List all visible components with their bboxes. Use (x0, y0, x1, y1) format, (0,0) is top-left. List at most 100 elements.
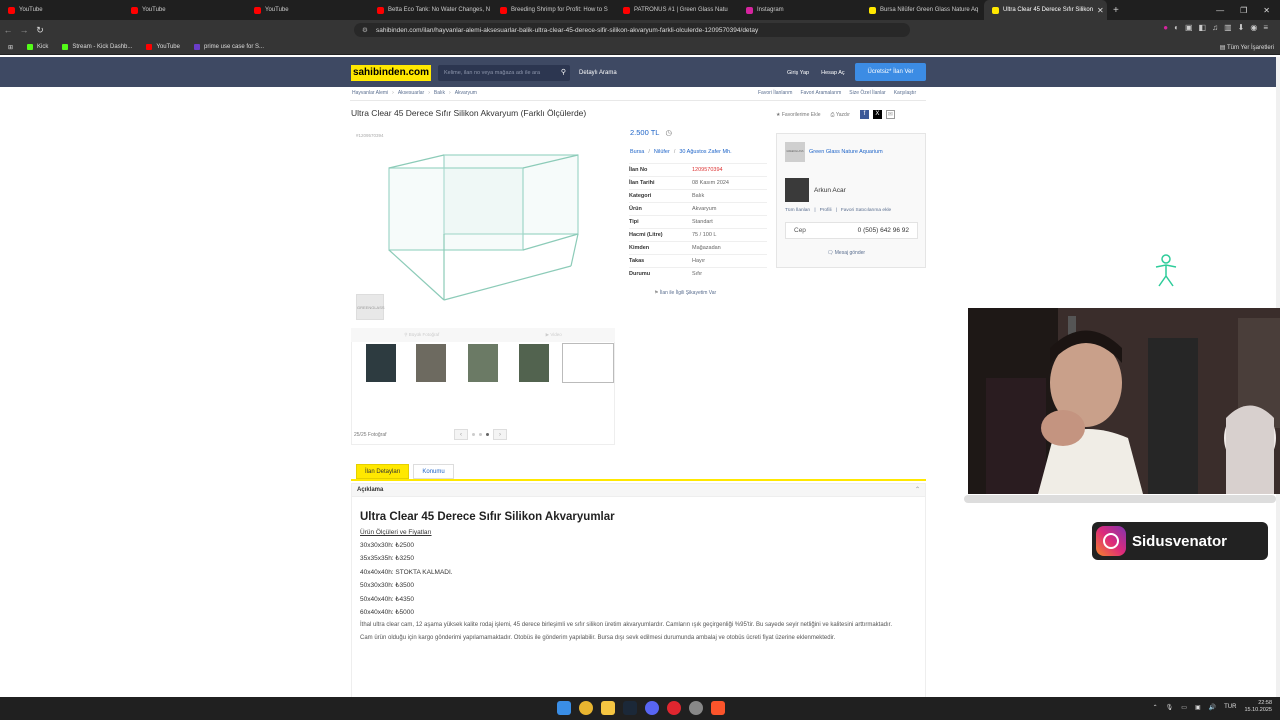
description-header[interactable]: Açıklama ⌃ (351, 483, 926, 497)
store-logo[interactable]: GREENGLASS (785, 142, 805, 162)
new-tab-button[interactable]: + (1107, 5, 1125, 16)
price-history-icon[interactable]: ◷ (665, 128, 672, 137)
post-ad-button[interactable]: Ücretsiz* İlan Ver (855, 63, 926, 81)
all-listings-link[interactable]: Tüm İlanları (785, 208, 810, 213)
browser-tab[interactable]: YouTube (123, 0, 246, 20)
breadcrumb-item[interactable]: Aksesuarlar (398, 90, 424, 96)
accessibility-icon[interactable] (1154, 254, 1178, 288)
extension-icon[interactable]: ◐ (1174, 23, 1179, 32)
favorite-listings-link[interactable]: Favori İlanlarım (758, 90, 792, 96)
browser-tab[interactable]: Betta Eco Tank: No Water Changes, N (369, 0, 492, 20)
add-favorite-button[interactable]: ★ Favorilerime Ekle (776, 112, 821, 118)
clock[interactable]: 22:58 15.10.2025 (1244, 700, 1272, 714)
compare-link[interactable]: Karşılaştır (894, 90, 917, 96)
app-icon[interactable] (689, 701, 703, 715)
restore-button[interactable]: ❐ (1240, 6, 1247, 15)
print-button[interactable]: ⎙ Yazdır (831, 112, 850, 118)
close-window-button[interactable]: ✕ (1263, 6, 1270, 15)
thumbnail[interactable] (468, 344, 498, 382)
opera-icon[interactable] (667, 701, 681, 715)
main-photo[interactable]: #1209570394 GREENGLASS (351, 126, 615, 328)
phone-field[interactable]: Cep 0 (505) 642 96 92 (785, 222, 918, 239)
sidebar-icon[interactable]: ▥ (1224, 23, 1232, 32)
search-input[interactable]: Kelime, ilan no veya mağaza adı ile ara ⚲ (438, 65, 570, 81)
send-message-link[interactable]: 🗨 Mesaj gönder (827, 250, 865, 256)
email-icon[interactable]: ✉ (885, 110, 895, 119)
browser-tab[interactable]: Bursa Nilüfer Green Glass Nature Aq (861, 0, 984, 20)
zoom-photo-button[interactable]: ⚲ Büyük Fotoğraf (404, 332, 439, 338)
folder-icon[interactable]: ▭ (1181, 704, 1187, 711)
favorite-searches-link[interactable]: Favori Aramalarım (800, 90, 841, 96)
reload-button[interactable]: ↻ (32, 25, 48, 36)
address-bar[interactable]: ⚙ sahibinden.com/ilan/hayvanlar-alemi-ak… (354, 23, 910, 37)
browser-tab[interactable]: YouTube (246, 0, 369, 20)
close-tab-icon[interactable]: ✕ (1097, 6, 1104, 15)
thumbnail[interactable] (519, 344, 549, 382)
breadcrumb-item[interactable]: Balık (434, 90, 445, 96)
avatar[interactable] (785, 178, 809, 202)
favorite-seller-link[interactable]: Favori Satıcılarıma ekle (841, 208, 891, 213)
file-explorer-icon[interactable] (601, 701, 615, 715)
extension-icon[interactable]: ● (1163, 23, 1168, 32)
site-logo[interactable]: sahibinden.com (351, 65, 431, 81)
login-link[interactable]: Giriş Yap (787, 65, 809, 81)
browser-tab-active[interactable]: Ultra Clear 45 Derece Sıfır Silikon ✕ (984, 0, 1107, 20)
profile-icon[interactable]: ◉ (1250, 23, 1257, 32)
page-dot[interactable] (472, 433, 475, 436)
report-listing-link[interactable]: ⚑ İlan ile İlgili Şikayetim Var (654, 290, 716, 296)
location-city[interactable]: Bursa (630, 149, 644, 155)
bookmark-item[interactable]: Stream - Kick Dashb... (62, 44, 132, 50)
brave-icon[interactable] (711, 701, 725, 715)
breadcrumb-item[interactable]: Akvaryum (455, 90, 477, 96)
collapse-icon[interactable]: ⌃ (915, 484, 920, 497)
location-district[interactable]: Nilüfer (654, 149, 670, 155)
bookmark-item[interactable]: Kick (27, 44, 48, 50)
prev-page-button[interactable]: ‹ (454, 429, 468, 440)
chrome-icon[interactable] (579, 701, 593, 715)
apps-icon[interactable]: ⊞ (8, 44, 13, 51)
recommended-link[interactable]: Size Özel İlanlar (849, 90, 885, 96)
advanced-search-link[interactable]: Detaylı Arama (579, 65, 617, 81)
all-bookmarks-button[interactable]: ▤ Tüm Yer İşaretleri (1220, 44, 1274, 51)
steam-icon[interactable] (623, 701, 637, 715)
location-neighborhood[interactable]: 30 Ağustos Zafer Mh. (679, 149, 731, 155)
browser-tab[interactable]: Breeding Shrimp for Profit: How to S (492, 0, 615, 20)
browser-tab[interactable]: Instagram (738, 0, 861, 20)
bookmark-item[interactable]: YouTube (146, 44, 180, 50)
breadcrumb-item[interactable]: Hayvanlar Alemi (352, 90, 388, 96)
bookmark-item[interactable]: prime use case for S... (193, 44, 264, 50)
minimize-button[interactable]: — (1216, 6, 1224, 15)
tab-listing-details[interactable]: İlan Detayları (356, 464, 410, 479)
discord-icon[interactable] (645, 701, 659, 715)
site-info-icon[interactable]: ⚙ (362, 26, 368, 34)
extension-icon[interactable]: ♫ (1212, 23, 1218, 32)
start-icon[interactable] (557, 701, 571, 715)
browser-tab[interactable]: PATRONUS #1 | Green Glass Natu (615, 0, 738, 20)
search-icon[interactable]: ⚲ (561, 65, 566, 81)
thumbnail-selected[interactable] (562, 343, 614, 383)
forward-button[interactable]: → (16, 25, 32, 35)
microphone-icon[interactable]: 🎙 (1166, 704, 1174, 711)
store-name[interactable]: Green Glass Nature Aquarium (809, 149, 883, 155)
profile-link[interactable]: Profili (820, 208, 832, 213)
extension-icon[interactable]: ▣ (1185, 23, 1193, 32)
facebook-icon[interactable]: f (859, 110, 869, 119)
menu-icon[interactable]: ≡ (1263, 23, 1268, 32)
browser-tab[interactable]: YouTube (0, 0, 123, 20)
volume-icon[interactable]: 🔊 (1209, 704, 1216, 711)
page-dot[interactable] (479, 433, 482, 436)
chevron-up-icon[interactable]: ⌃ (1153, 704, 1158, 711)
x-icon[interactable]: X (872, 110, 882, 119)
register-link[interactable]: Hesap Aç (821, 65, 845, 81)
thumbnail[interactable] (416, 344, 446, 382)
tab-location[interactable]: Konumu (413, 464, 454, 479)
back-button[interactable]: ← (0, 25, 16, 35)
network-icon[interactable]: ▣ (1195, 704, 1201, 711)
thumbnail[interactable] (366, 344, 396, 382)
language-indicator[interactable]: TUR (1224, 704, 1236, 710)
extension-icon[interactable]: ◧ (1199, 23, 1207, 32)
downloads-icon[interactable]: ⬇ (1238, 23, 1245, 32)
video-button[interactable]: ▶ Video (546, 332, 562, 338)
next-page-button[interactable]: › (493, 429, 507, 440)
page-dot-active[interactable] (486, 433, 489, 436)
